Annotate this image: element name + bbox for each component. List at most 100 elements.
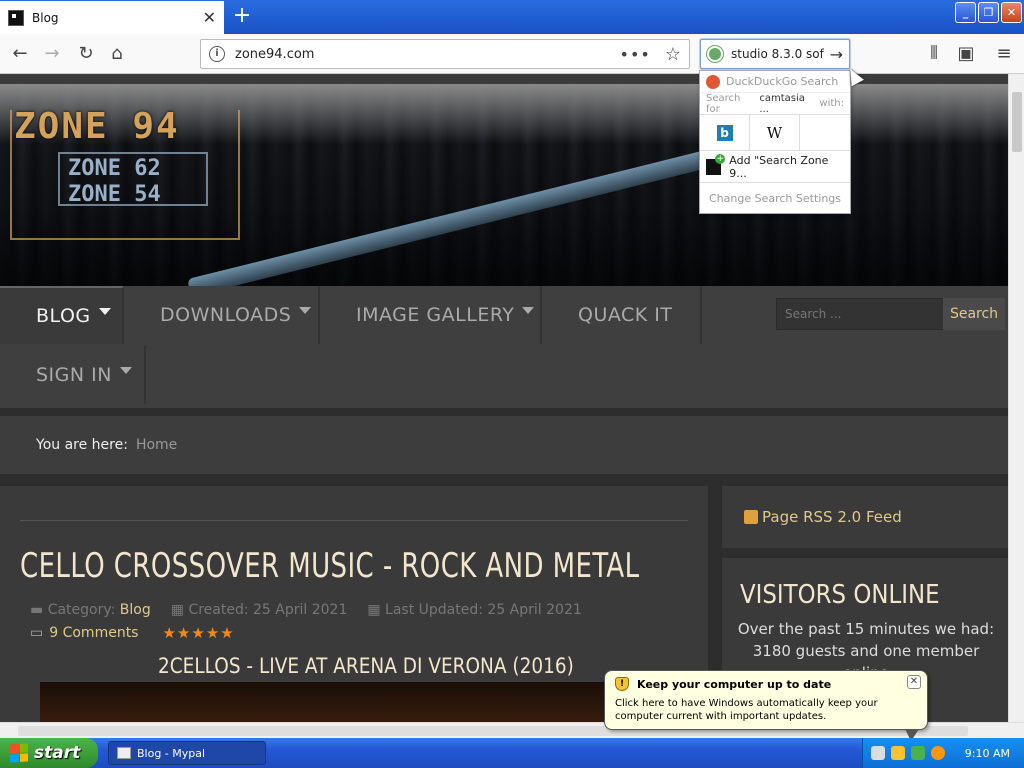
network-icon[interactable]: [911, 746, 925, 760]
rss-icon: [744, 510, 758, 524]
logo-sub2: ZONE 54: [68, 182, 161, 207]
menu-label: QUACK IT: [578, 304, 673, 326]
balloon-text[interactable]: Click here to have Windows automatically…: [615, 697, 917, 723]
article-subheading: 2CELLOS - LIVE AT ARENA DI VERONA (2016): [158, 654, 574, 678]
comment-icon: ▭: [30, 625, 44, 641]
wikipedia-engine-button[interactable]: W: [750, 114, 800, 151]
video-embed[interactable]: [40, 682, 670, 722]
site-search-input[interactable]: Search ...: [776, 298, 944, 330]
balloon-close-icon[interactable]: ✕: [907, 675, 921, 689]
window-controls: _ ❐ ✕: [955, 2, 1022, 23]
navigation-bar: ← → ↻ ⌂ i zone94.com ••• ☆ studio 8.3.0 …: [0, 34, 1024, 74]
category-meta: ▬ Category: Blog: [30, 602, 151, 618]
search-engine-icon[interactable]: [707, 46, 723, 62]
bookmark-star-icon[interactable]: ☆: [665, 44, 681, 65]
article-meta: ▬ Category: Blog ▦ Created: 25 April 202…: [30, 602, 582, 618]
bing-icon: b: [716, 124, 733, 141]
web-page: ZONE 94 ZONE 62 ZONE 54 BLOG DOWNLOADS I…: [0, 74, 1008, 722]
search-for-row: Search for camtasia ... with:: [700, 93, 850, 115]
system-tray: 9:10 AM: [862, 738, 1024, 768]
taskbar-item-browser[interactable]: Blog - Mypal: [108, 741, 266, 765]
rss-feed-link[interactable]: Page RSS 2.0 Feed: [722, 486, 1008, 548]
close-window-button[interactable]: ✕: [1001, 2, 1022, 23]
rating-stars[interactable]: ★★★★★: [162, 624, 234, 642]
url-text[interactable]: zone94.com: [235, 47, 620, 62]
content-rule: [20, 520, 688, 521]
menu-item-image-gallery[interactable]: IMAGE GALLERY: [320, 286, 542, 344]
menu-label: IMAGE GALLERY: [356, 304, 515, 326]
calendar-icon: ▦: [367, 602, 381, 618]
empty-engine-slot: [800, 115, 850, 151]
forward-arrow-icon[interactable]: →: [38, 40, 66, 68]
minimize-button[interactable]: _: [955, 2, 976, 23]
main-content: CELLO CROSSOVER MUSIC - ROCK AND METAL ▬…: [0, 486, 708, 722]
caret-down-icon: [119, 366, 132, 374]
restore-button[interactable]: ❐: [978, 2, 999, 23]
back-arrow-icon[interactable]: ←: [6, 40, 34, 68]
breadcrumb-home-link[interactable]: Home: [136, 437, 177, 453]
search-go-arrow-icon[interactable]: →: [830, 45, 843, 64]
tab-bar: Blog ✕ + _ ❐ ✕: [0, 0, 1024, 34]
sidebar-toggle-icon[interactable]: ▣: [952, 40, 980, 68]
browser-window-icon: [117, 747, 131, 759]
current-engine-row[interactable]: DuckDuckGo Search: [700, 71, 850, 93]
updated-meta: ▦ Last Updated: 25 April 2021: [367, 602, 581, 618]
hamburger-menu-icon[interactable]: ≡: [990, 40, 1018, 68]
breadcrumb: You are here: Home: [0, 416, 1008, 474]
rss-label: Page RSS 2.0 Feed: [762, 508, 902, 526]
page-actions-icon[interactable]: •••: [620, 45, 651, 64]
menu-item-sign-in[interactable]: SIGN IN: [0, 346, 146, 404]
category-link[interactable]: Blog: [120, 602, 151, 618]
home-icon[interactable]: ⌂: [103, 40, 131, 68]
start-label: start: [34, 743, 81, 763]
menu-item-quack-it[interactable]: QUACK IT: [542, 286, 702, 344]
article-title[interactable]: CELLO CROSSOVER MUSIC - ROCK AND METAL: [20, 546, 640, 586]
browser-search-bar[interactable]: studio 8.3.0 sof →: [700, 39, 850, 69]
main-menu: BLOG DOWNLOADS IMAGE GALLERY QUACK IT SI…: [0, 286, 1008, 408]
site-info-icon[interactable]: i: [209, 46, 225, 62]
menu-item-blog[interactable]: BLOG: [0, 286, 124, 344]
article-meta-2: ▭ 9 Comments ★★★★★: [30, 624, 235, 642]
balloon-header: ! Keep your computer up to date: [615, 677, 917, 691]
task-label: Blog - Mypal: [137, 746, 206, 760]
balloon-title: Keep your computer up to date: [637, 677, 832, 691]
menu-item-downloads[interactable]: DOWNLOADS: [124, 286, 320, 344]
engine-name: DuckDuckGo Search: [726, 75, 839, 88]
url-bar[interactable]: i zone94.com ••• ☆: [200, 39, 690, 69]
start-button[interactable]: start: [0, 738, 98, 768]
header-banner: ZONE 94 ZONE 62 ZONE 54: [0, 84, 1008, 297]
category-label: Category:: [47, 602, 116, 618]
library-icon[interactable]: ⫴: [920, 40, 948, 68]
caret-down-icon: [299, 306, 312, 314]
change-search-settings-button[interactable]: Change Search Settings: [700, 183, 850, 213]
keyboard-icon[interactable]: [871, 746, 885, 760]
caret-down-icon: [98, 307, 111, 315]
bing-engine-button[interactable]: b: [700, 114, 750, 151]
security-shield-icon[interactable]: [891, 746, 905, 760]
vertical-scroll-thumb[interactable]: [1012, 92, 1022, 152]
created-meta: ▦ Created: 25 April 2021: [171, 602, 348, 618]
menu-label: SIGN IN: [36, 364, 112, 386]
vertical-scrollbar[interactable]: [1008, 74, 1024, 722]
search-tray-icon[interactable]: [931, 746, 945, 760]
logo-main[interactable]: ZONE 94: [14, 106, 180, 147]
taskbar: start Blog - Mypal 9:10 AM: [0, 738, 1024, 768]
updated-date: Last Updated: 25 April 2021: [385, 602, 582, 618]
breadcrumb-divider: [0, 474, 1008, 486]
menu-label: BLOG: [36, 305, 91, 327]
search-for-term: camtasia ...: [759, 92, 805, 115]
search-suggestions-dropdown: DuckDuckGo Search Search for camtasia ..…: [699, 70, 851, 214]
breadcrumb-prefix: You are here:: [36, 437, 128, 453]
comments-link[interactable]: 9 Comments: [49, 625, 138, 641]
shield-icon: !: [615, 677, 629, 691]
new-tab-button[interactable]: +: [230, 4, 254, 28]
search-query[interactable]: studio 8.3.0 sof: [731, 47, 830, 61]
windows-update-balloon[interactable]: ! Keep your computer up to date ✕ Click …: [604, 670, 928, 741]
clock[interactable]: 9:10 AM: [965, 747, 1010, 760]
add-search-engine-item[interactable]: Add "Search Zone 9...: [700, 151, 850, 183]
reload-icon[interactable]: ↻: [72, 40, 100, 68]
site-favicon-icon: [8, 9, 24, 26]
tab-close-icon[interactable]: ✕: [203, 8, 216, 27]
tab-blog[interactable]: Blog ✕: [0, 1, 224, 34]
site-search-button[interactable]: Search: [943, 298, 1005, 330]
